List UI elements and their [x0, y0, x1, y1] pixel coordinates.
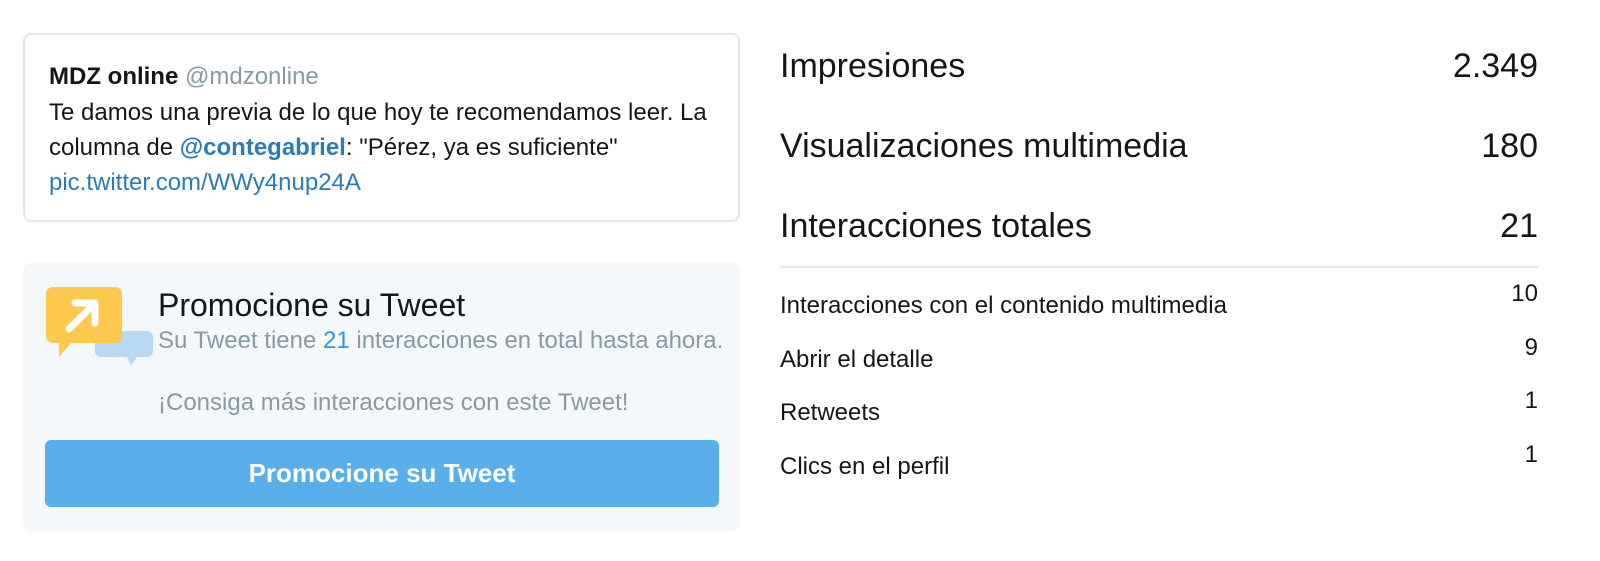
tweet-metrics: Impresiones 2.349 Visualizaciones multim…	[780, 26, 1538, 494]
detail-value: 10	[1511, 280, 1538, 307]
promote-desc-prefix: Su Tweet tiene	[158, 327, 323, 354]
tweet-text-part2: : "Pérez, ya es suficiente"	[345, 134, 618, 161]
metric-impressions: Impresiones 2.349	[780, 26, 1538, 106]
promote-cta-text: ¡Consiga más interacciones con este Twee…	[158, 389, 629, 416]
metric-value: 180	[1481, 126, 1538, 165]
metric-media-views: Visualizaciones multimedia 180	[780, 106, 1538, 186]
detail-media-interactions: Interacciones con el contenido multimedi…	[780, 280, 1538, 334]
detail-label: Retweets	[780, 399, 881, 426]
promote-description: Su Tweet tiene 21 interacciones en total…	[158, 326, 728, 355]
metric-label: Interacciones totales	[780, 206, 1092, 245]
tweet-handle[interactable]: @mdzonline	[185, 63, 319, 90]
detail-label: Abrir el detalle	[780, 345, 934, 373]
tweet-text: Te damos una previa de lo que hoy te rec…	[49, 95, 714, 200]
tweet-mention-link[interactable]: @contegabriel	[180, 134, 346, 161]
metric-label: Impresiones	[780, 46, 966, 85]
detail-label: Clics en el perfil	[780, 452, 950, 480]
promote-title: Promocione su Tweet	[158, 287, 466, 323]
interaction-breakdown: Interacciones con el contenido multimedi…	[780, 280, 1538, 494]
promote-desc-suffix: interacciones en total hasta ahora.	[349, 327, 724, 354]
promote-arrow-icon	[46, 287, 153, 365]
detail-label: Interacciones con el contenido multimedi…	[780, 292, 1227, 319]
detail-value: 1	[1524, 387, 1538, 414]
metric-value: 21	[1500, 206, 1538, 245]
metric-value: 2.349	[1452, 46, 1538, 85]
detail-retweets: Retweets 1	[780, 387, 1538, 441]
tweet-header: MDZ online @mdzonline	[49, 61, 714, 93]
promote-panel: Promocione su Tweet Su Tweet tiene 21 in…	[23, 263, 740, 531]
tweet-card[interactable]: MDZ online @mdzonline Te damos una previ…	[23, 33, 740, 222]
detail-value: 9	[1524, 333, 1538, 361]
metrics-divider	[780, 266, 1538, 268]
metric-total-interactions: Interacciones totales 21	[780, 186, 1538, 266]
detail-open-detail: Abrir el detalle 9	[780, 334, 1538, 388]
promote-tweet-button[interactable]: Promocione su Tweet	[45, 440, 719, 507]
promote-interactions-count: 21	[323, 327, 350, 354]
metric-label: Visualizaciones multimedia	[780, 126, 1188, 165]
detail-profile-clicks: Clics en el perfil 1	[780, 441, 1538, 495]
tweet-media-link[interactable]: pic.twitter.com/WWy4nup24A	[49, 169, 361, 196]
detail-value: 1	[1524, 440, 1538, 468]
tweet-author[interactable]: MDZ online	[49, 63, 178, 90]
